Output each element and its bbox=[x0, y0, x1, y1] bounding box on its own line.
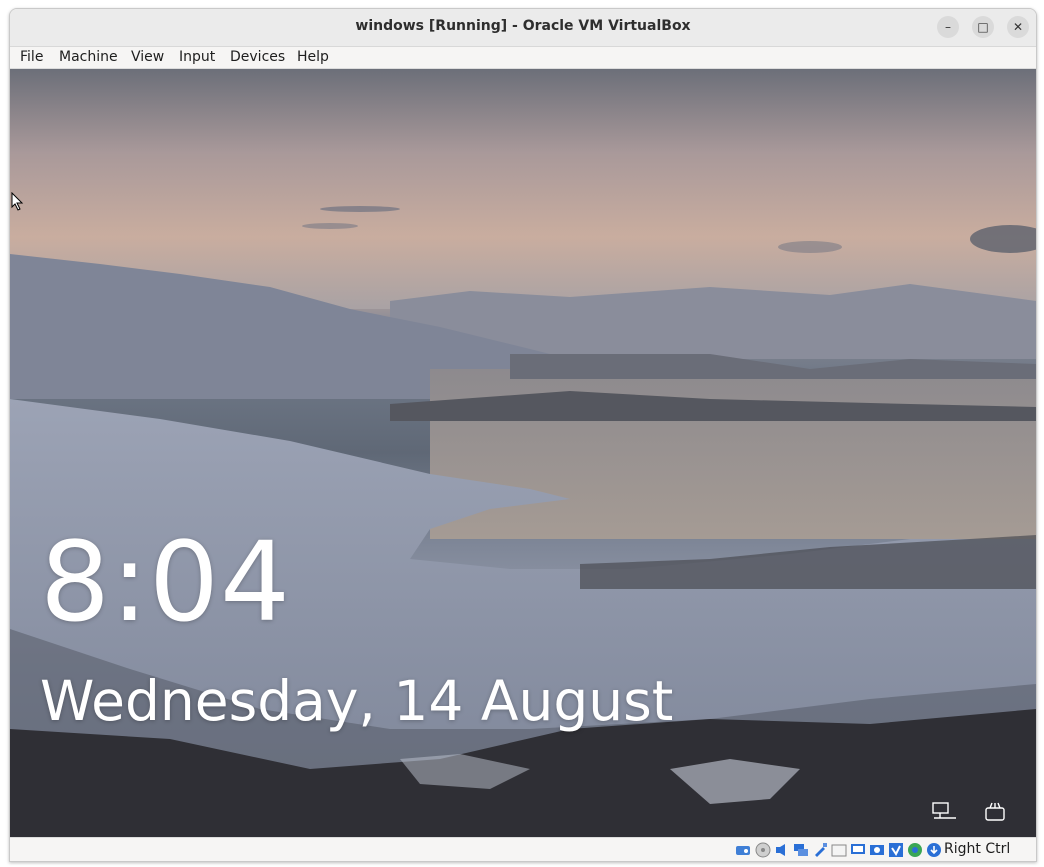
status-bar: Right Ctrl bbox=[10, 837, 1036, 861]
maximize-button[interactable]: □ bbox=[972, 16, 994, 38]
optical-drive-icon[interactable] bbox=[755, 842, 771, 858]
guest-additions-icon[interactable] bbox=[907, 842, 923, 858]
cpu-icon[interactable] bbox=[888, 842, 904, 858]
shared-folders-icon[interactable] bbox=[831, 842, 847, 858]
menu-help[interactable]: Help bbox=[297, 49, 329, 65]
mouse-cursor-icon bbox=[11, 192, 24, 211]
menu-view[interactable]: View bbox=[131, 49, 164, 65]
network-adapter-icon[interactable] bbox=[793, 842, 809, 858]
menu-machine[interactable]: Machine bbox=[59, 49, 118, 65]
menu-devices[interactable]: Devices bbox=[230, 49, 285, 65]
menu-input[interactable]: Input bbox=[179, 49, 215, 65]
hard-disk-icon[interactable] bbox=[735, 842, 751, 858]
window-title: windows [Running] - Oracle VM VirtualBox bbox=[355, 18, 691, 34]
accessibility-icon[interactable] bbox=[983, 802, 1009, 822]
virtualbox-window: windows [Running] - Oracle VM VirtualBox… bbox=[9, 8, 1037, 862]
audio-icon[interactable] bbox=[774, 842, 790, 858]
guest-display[interactable]: 8:04 Wednesday, 14 August bbox=[10, 69, 1036, 837]
title-bar[interactable]: windows [Running] - Oracle VM VirtualBox… bbox=[10, 9, 1036, 47]
host-key-label: Right Ctrl bbox=[944, 841, 1011, 857]
recording-icon[interactable] bbox=[869, 842, 885, 858]
minimize-button[interactable]: – bbox=[937, 16, 959, 38]
close-button[interactable]: ✕ bbox=[1007, 16, 1029, 38]
display-icon[interactable] bbox=[850, 842, 866, 858]
keyboard-capture-icon[interactable] bbox=[926, 842, 942, 858]
menu-bar: File Machine View Input Devices Help bbox=[10, 47, 1036, 69]
lockscreen-time: 8:04 bbox=[40, 518, 292, 646]
network-icon[interactable] bbox=[932, 802, 958, 822]
usb-icon[interactable] bbox=[812, 842, 828, 858]
lockscreen-date: Wednesday, 14 August bbox=[40, 669, 674, 733]
menu-file[interactable]: File bbox=[20, 49, 43, 65]
